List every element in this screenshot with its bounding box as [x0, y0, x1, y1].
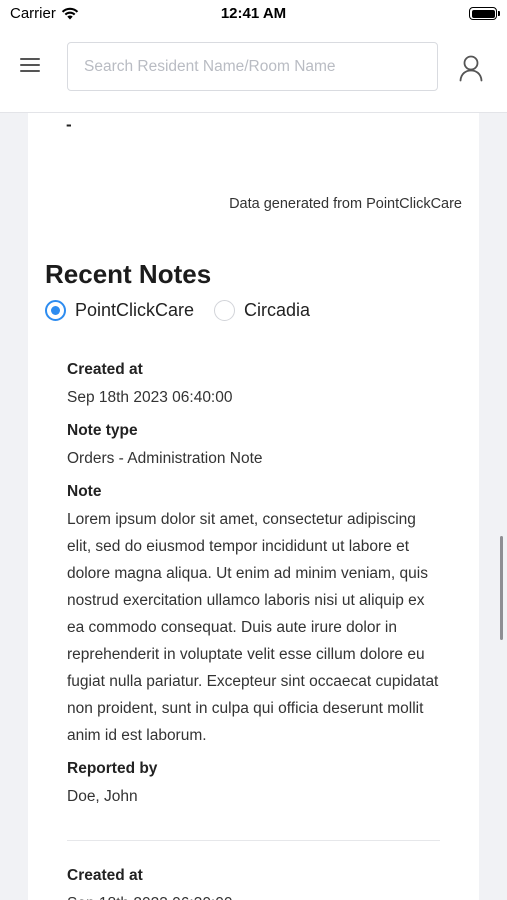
- scrollbar-thumb[interactable]: [500, 536, 503, 640]
- created-at-label: Created at: [67, 867, 143, 884]
- radio-circadia[interactable]: Circadia: [214, 300, 310, 321]
- radio-unselected-indicator[interactable]: [214, 300, 236, 321]
- created-at-label: Created at: [67, 361, 143, 378]
- radio-pointclickcare[interactable]: PointClickCare: [45, 300, 194, 321]
- radio-label: PointClickCare: [75, 300, 195, 320]
- top-navigation-bar: [0, 28, 507, 113]
- recent-notes-title: Recent Notes: [45, 259, 212, 289]
- radio-selected-indicator[interactable]: [45, 300, 66, 321]
- battery-icon: [469, 7, 500, 20]
- radio-label: Circadia: [244, 300, 311, 320]
- note-divider: [67, 840, 440, 841]
- note-type-label: Note type: [67, 422, 138, 439]
- note-entry: Created at Sep 18th 2023 06:40:00 Note t…: [67, 360, 440, 810]
- created-at-value: Sep 18th 2023 06:40:00: [67, 389, 233, 406]
- data-source-note: Data generated from PointClickCare: [229, 196, 462, 212]
- reported-by-label: Reported by: [67, 760, 158, 777]
- clock: 12:41 AM: [220, 5, 287, 22]
- empty-value-dash: -: [66, 115, 72, 134]
- note-type-value: Orders - Administration Note: [67, 450, 263, 467]
- note-label: Note: [67, 483, 102, 500]
- created-at-value: Sep 18th 2023 06:30:00: [67, 890, 440, 900]
- notes-source-radio-group: PointClickCare Circadia: [45, 300, 330, 321]
- resident-details-card: - Data generated from PointClickCare Rec…: [28, 113, 479, 900]
- search-input[interactable]: [67, 42, 438, 91]
- reported-by-value: Doe, John: [67, 788, 138, 805]
- user-profile-icon[interactable]: [458, 54, 484, 82]
- note-body: Lorem ipsum dolor sit amet, consectetur …: [67, 511, 439, 744]
- hamburger-menu-icon[interactable]: [20, 54, 40, 76]
- note-entry: Created at Sep 18th 2023 06:30:00: [67, 866, 440, 900]
- status-bar: Carrier 12:41 AM: [0, 0, 507, 28]
